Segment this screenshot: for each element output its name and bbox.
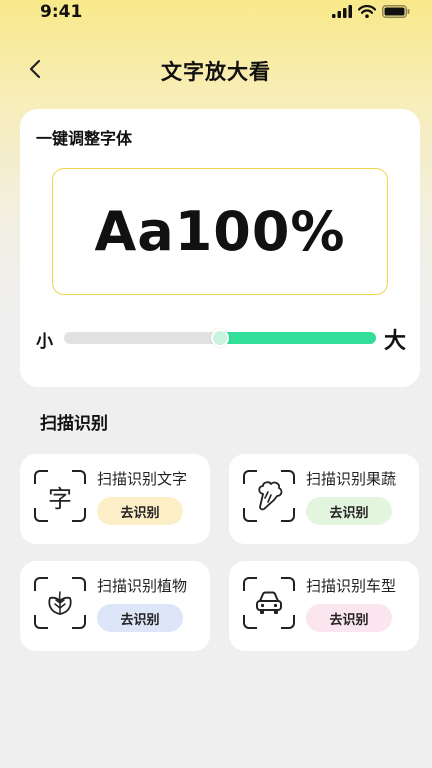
- navigation-bar: 文字放大看: [0, 48, 432, 92]
- status-bar: 9:41: [0, 0, 432, 30]
- slider-small-label: 小: [36, 332, 53, 352]
- go-recognize-button[interactable]: 去识别: [97, 497, 183, 525]
- scan-card-text[interactable]: 字 扫描识别文字 去识别: [20, 454, 210, 544]
- scan-card-label: 扫描识别车型: [306, 577, 397, 595]
- scan-card-label: 扫描识别果蔬: [306, 470, 397, 488]
- text-character-icon: 字: [48, 484, 72, 513]
- car-icon: [243, 577, 295, 629]
- slider-thumb[interactable]: [211, 329, 229, 347]
- go-recognize-button[interactable]: 去识别: [306, 497, 392, 525]
- scan-card-label: 扫描识别文字: [97, 470, 188, 488]
- scan-card-car[interactable]: 扫描识别车型 去识别: [229, 561, 419, 651]
- scan-card-plant[interactable]: 扫描识别植物 去识别: [20, 561, 210, 651]
- page-title: 文字放大看: [161, 60, 271, 84]
- scan-frame: [243, 577, 295, 629]
- slider-large-label: 大: [384, 329, 407, 354]
- font-adjust-card: 一键调整字体 Aa100% 小 大: [20, 109, 420, 387]
- status-icons: [332, 5, 410, 18]
- battery-icon: [382, 5, 410, 18]
- scan-frame: 字: [34, 470, 86, 522]
- font-preview-box: Aa100%: [52, 168, 388, 295]
- go-recognize-button[interactable]: 去识别: [97, 604, 183, 632]
- go-recognize-button[interactable]: 去识别: [306, 604, 392, 632]
- slider-fill: [220, 332, 376, 344]
- font-preview-text: Aa100%: [94, 200, 346, 263]
- scan-frame: [243, 470, 295, 522]
- scan-card-vegetable[interactable]: 扫描识别果蔬 去识别: [229, 454, 419, 544]
- scan-section-title: 扫描识别: [40, 414, 108, 434]
- cellular-signal-icon: [332, 5, 352, 18]
- wifi-icon: [358, 5, 376, 18]
- scan-card-label: 扫描识别植物: [97, 577, 188, 595]
- status-time: 9:41: [40, 2, 83, 22]
- font-adjust-title: 一键调整字体: [36, 129, 133, 148]
- leaf-icon: [34, 577, 86, 629]
- vegetable-icon: [243, 470, 295, 522]
- scan-frame: [34, 577, 86, 629]
- font-size-slider[interactable]: [64, 329, 376, 347]
